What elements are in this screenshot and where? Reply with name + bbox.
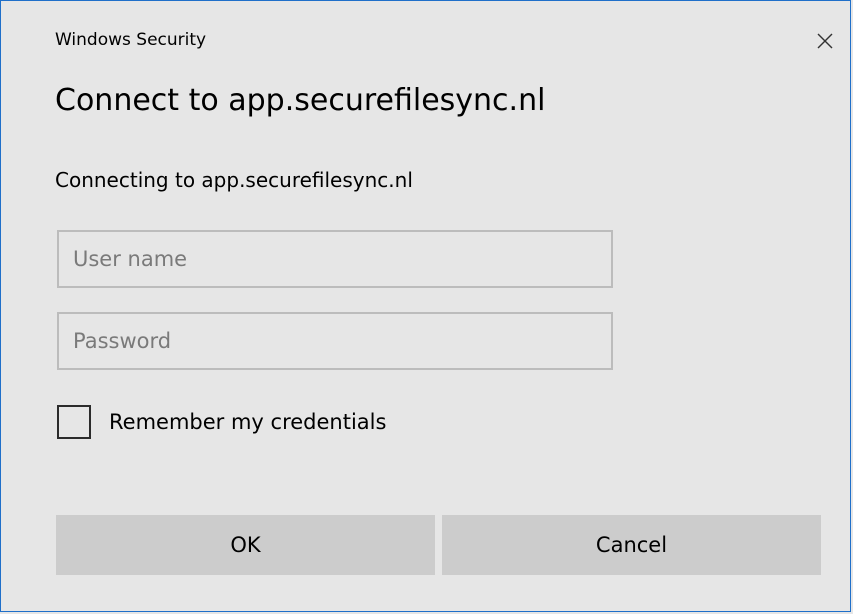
password-field[interactable] [57,312,613,370]
window-title: Windows Security [55,30,207,50]
remember-credentials-option[interactable]: Remember my credentials [57,404,386,440]
close-button[interactable] [805,21,845,61]
ok-button[interactable]: OK [56,515,435,575]
cancel-button[interactable]: Cancel [442,515,821,575]
close-icon [817,33,833,49]
dialog-heading: Connect to app.securefilesync.nl [55,83,546,118]
username-field[interactable] [57,230,613,288]
credential-dialog: Windows Security Connect to app.securefi… [0,0,851,612]
remember-credentials-label: Remember my credentials [109,410,387,434]
connecting-text: Connecting to app.securefilesync.nl [55,168,413,192]
remember-credentials-checkbox[interactable] [57,405,91,439]
